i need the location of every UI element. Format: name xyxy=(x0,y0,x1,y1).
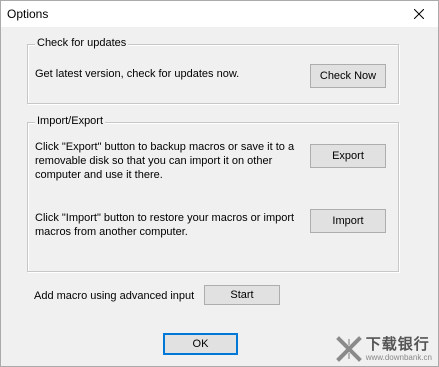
options-dialog: Options Check for updates Get latest ver… xyxy=(0,0,439,367)
title-bar: Options xyxy=(1,1,438,27)
export-description: Click "Export" button to backup macros o… xyxy=(35,141,295,181)
window-title: Options xyxy=(7,7,49,21)
advanced-input-label: Add macro using advanced input xyxy=(34,290,195,302)
check-now-button[interactable]: Check Now xyxy=(310,64,386,88)
updates-description: Get latest version, check for updates no… xyxy=(35,68,240,80)
updates-group-title: Check for updates xyxy=(35,37,129,49)
x-logo-icon xyxy=(335,336,362,362)
dialog-body: Check for updates Get latest version, ch… xyxy=(1,27,438,366)
ok-button[interactable]: OK xyxy=(163,333,238,355)
import-export-group: Import/Export Click "Export" button to b… xyxy=(27,115,399,272)
import-description: Click "Import" button to restore your ma… xyxy=(35,212,295,238)
watermark: 下载银行 www.downbank.cn xyxy=(335,335,432,362)
watermark-url: www.downbank.cn xyxy=(365,352,432,362)
close-button[interactable] xyxy=(400,1,438,27)
watermark-text: 下载银行 www.downbank.cn xyxy=(365,335,432,362)
start-button[interactable]: Start xyxy=(204,285,280,305)
import-export-group-title: Import/Export xyxy=(35,115,106,127)
close-icon xyxy=(414,9,424,19)
watermark-main: 下载银行 xyxy=(365,335,430,353)
updates-group: Check for updates Get latest version, ch… xyxy=(27,37,399,104)
export-button[interactable]: Export xyxy=(310,144,386,168)
import-button[interactable]: Import xyxy=(310,209,386,233)
